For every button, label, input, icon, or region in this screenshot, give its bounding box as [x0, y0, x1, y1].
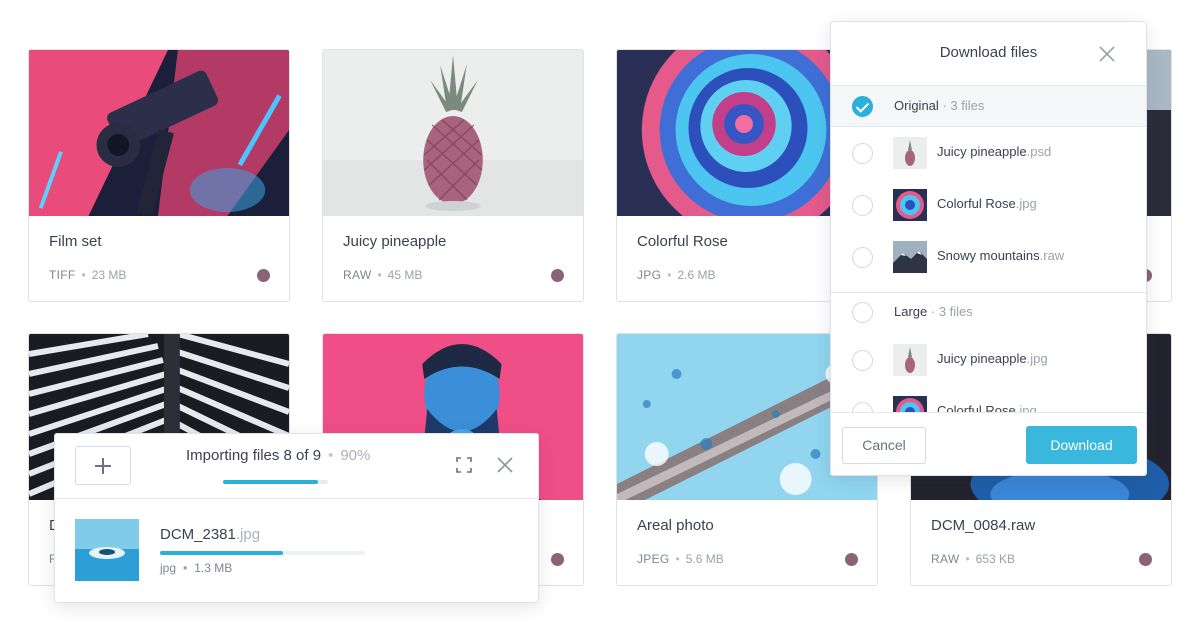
- uploading-file-meta: jpg • 1.3 MB: [160, 561, 233, 575]
- group-name: Large: [894, 304, 928, 319]
- file-basename: Colorful Rose: [937, 403, 1016, 412]
- card-title: Juicy pineapple: [343, 233, 447, 250]
- file-progress-fill: [160, 551, 283, 555]
- import-progress-fill: [223, 480, 318, 484]
- download-panel: Download files Original · 3 files Juicy …: [830, 21, 1147, 476]
- file-size: 23 MB: [91, 268, 127, 282]
- group-label: Large · 3 files: [894, 304, 973, 319]
- radio-button[interactable]: [852, 247, 873, 268]
- status-dot[interactable]: [551, 269, 564, 282]
- file-size: 2.6 MB: [677, 268, 716, 282]
- file-type: jpg: [160, 561, 177, 575]
- status-dot[interactable]: [551, 553, 564, 566]
- divider: [55, 498, 538, 499]
- file-format: RAW: [931, 552, 960, 566]
- file-basename: Juicy pineapple: [937, 144, 1027, 159]
- card-title: Film set: [49, 233, 102, 250]
- card-meta: RAW • 45 MB: [343, 268, 423, 282]
- import-progress-bar: [223, 480, 328, 484]
- rose-thumbnail: [893, 396, 927, 412]
- file-name: Colorful Rose.jpg: [937, 403, 1037, 412]
- status-dot[interactable]: [257, 269, 270, 282]
- import-panel: Importing files 8 of 9 • 90% DCM_2381.jpg …: [54, 433, 539, 603]
- file-size: 45 MB: [387, 268, 423, 282]
- check-icon[interactable]: [852, 96, 873, 117]
- add-file-button[interactable]: [75, 446, 131, 485]
- file-name: Juicy pineapple.psd: [937, 144, 1051, 159]
- close-icon[interactable]: [1098, 45, 1116, 63]
- group-count: 3 files: [950, 98, 985, 113]
- pineapple-thumbnail: [323, 50, 583, 216]
- file-progress-bar: [160, 551, 365, 555]
- card-title: DCM_0084.raw: [931, 517, 1036, 534]
- card-title: Colorful Rose: [637, 233, 728, 250]
- download-panel-footer: Cancel Download: [831, 412, 1146, 475]
- radio-button[interactable]: [852, 302, 873, 323]
- rose-thumbnail: [893, 189, 927, 221]
- group-original[interactable]: Original · 3 files: [831, 85, 1146, 127]
- file-extension: .jpg: [1015, 403, 1037, 412]
- radio-button[interactable]: [852, 195, 873, 216]
- file-extension: .jpg: [1015, 196, 1037, 211]
- uploading-file-name: DCM_2381.jpg: [160, 526, 260, 543]
- radio-button[interactable]: [852, 350, 873, 371]
- file-basename: Juicy pineapple: [937, 351, 1027, 366]
- card-meta: RAW • 653 KB: [931, 552, 1016, 566]
- close-icon[interactable]: [496, 456, 514, 474]
- file-name: Colorful Rose.jpg: [937, 196, 1037, 211]
- file-extension: .raw: [1039, 248, 1065, 263]
- download-options-list[interactable]: Download files Original · 3 files Juicy …: [831, 22, 1146, 412]
- file-format: TIFF: [49, 268, 76, 282]
- gallery-stage: Film set TIFF • 23 MB Juicy pineapple RA…: [0, 0, 1200, 628]
- file-option-row[interactable]: Colorful Rose.jpg: [831, 386, 1146, 412]
- file-format: RAW: [343, 268, 372, 282]
- file-size: 1.3 MB: [194, 561, 233, 575]
- file-extension: .psd: [1026, 144, 1052, 159]
- pineapple-thumbnail: [893, 137, 927, 169]
- file-name: Juicy pineapple.jpg: [937, 351, 1048, 366]
- file-option-row[interactable]: Juicy pineapple.psd: [831, 127, 1146, 179]
- file-option-row[interactable]: Snowy mountains.raw: [831, 231, 1146, 283]
- file-basename: DCM_2381: [160, 526, 236, 543]
- import-status-text: Importing files 8 of 9: [186, 447, 322, 464]
- import-percent: 90%: [340, 447, 371, 464]
- status-dot[interactable]: [845, 553, 858, 566]
- radio-button[interactable]: [852, 402, 873, 412]
- file-basename: Snowy mountains: [937, 248, 1040, 263]
- file-option-row[interactable]: Juicy pineapple.jpg: [831, 334, 1146, 386]
- file-extension: .jpg: [235, 526, 261, 543]
- card-meta: TIFF • 23 MB: [49, 268, 127, 282]
- group-large[interactable]: Large · 3 files: [831, 292, 1146, 334]
- card-title: Areal photo: [637, 517, 714, 534]
- file-format: JPG: [637, 268, 662, 282]
- card-juicy-pineapple[interactable]: Juicy pineapple RAW • 45 MB: [322, 49, 584, 302]
- file-extension: .jpg: [1026, 351, 1048, 366]
- group-count: 3 files: [938, 304, 973, 319]
- import-status: Importing files 8 of 9 • 90%: [186, 447, 371, 464]
- expand-icon[interactable]: [456, 457, 472, 473]
- file-format: JPEG: [637, 552, 670, 566]
- pineapple-thumbnail: [893, 344, 927, 376]
- status-dot[interactable]: [1139, 553, 1152, 566]
- cancel-button[interactable]: Cancel: [842, 427, 926, 464]
- card-film-set[interactable]: Film set TIFF • 23 MB: [28, 49, 290, 302]
- mountains-thumbnail: [893, 241, 927, 273]
- card-meta: JPEG • 5.6 MB: [637, 552, 724, 566]
- radio-button[interactable]: [852, 143, 873, 164]
- download-button[interactable]: Download: [1026, 426, 1137, 464]
- file-size: 653 KB: [975, 552, 1016, 566]
- film-set-thumbnail: [29, 50, 289, 216]
- uploading-file-thumbnail: [75, 519, 139, 581]
- file-size: 5.6 MB: [685, 552, 724, 566]
- file-option-row[interactable]: Colorful Rose.jpg: [831, 179, 1146, 231]
- group-name: Original: [894, 98, 939, 113]
- file-name: Snowy mountains.raw: [937, 248, 1064, 263]
- group-label: Original · 3 files: [894, 98, 985, 113]
- card-meta: JPG • 2.6 MB: [637, 268, 716, 282]
- file-basename: Colorful Rose: [937, 196, 1016, 211]
